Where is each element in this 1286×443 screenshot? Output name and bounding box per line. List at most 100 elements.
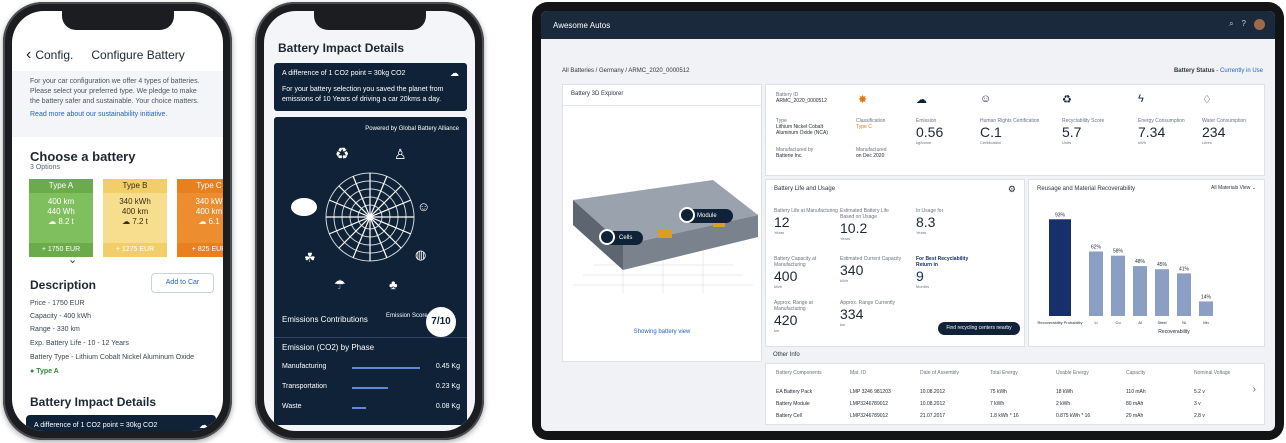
- app-name[interactable]: Awesome Autos: [553, 21, 610, 30]
- table-cell: 10.08.2012: [920, 401, 946, 407]
- hotspot-dot-icon: [679, 207, 695, 223]
- explorer-caption[interactable]: Showing battery view: [563, 329, 761, 335]
- add-to-car-button[interactable]: Add to Car: [151, 273, 214, 293]
- other-info-title: Other Info: [773, 352, 800, 358]
- battery-card[interactable]: Type C 340 kW 400 km ☁ 6.1 + 825 EUR: [177, 179, 223, 257]
- top-bar-icons: ⌕ ?: [1229, 19, 1265, 30]
- description-heading: Description: [30, 278, 97, 292]
- table-cell: LMP3246789012: [850, 413, 889, 419]
- emissions-card: Powered by Global Battery Alliance ♻ ♙ ☺…: [274, 117, 467, 425]
- kpi-tile: Energy Consumption 7.34 kWh: [1138, 118, 1185, 145]
- breadcrumb[interactable]: All Batteries / Germany / ARMC_2020_0000…: [562, 68, 689, 74]
- sustainability-link[interactable]: Read more about our sustainability initi…: [30, 110, 205, 120]
- battery-3d-model[interactable]: [563, 175, 761, 295]
- life-kpi-label: For Best Recyclability Return in: [916, 256, 969, 268]
- life-kpi-label: Estimated Battery Life Based on Usage: [840, 208, 889, 220]
- table-cell: 2 kWh: [1056, 401, 1071, 407]
- table-header: Battery Components Mat. ID Date of Assembl…: [766, 364, 1264, 378]
- search-icon[interactable]: ⌕: [1229, 19, 1233, 30]
- hotspot-dot-icon: [599, 229, 615, 245]
- chevron-right-icon[interactable]: ›: [1253, 384, 1256, 395]
- kpi-unit: kWh: [1138, 140, 1146, 145]
- cells-hotspot[interactable]: Cells: [599, 229, 643, 245]
- table-cell: 2.8 v: [1194, 413, 1205, 419]
- card-value: 400 km: [195, 207, 223, 216]
- other-info-table: Battery Components Mat. ID Date of Assembl…: [765, 363, 1265, 425]
- kpi-unit: Litres: [1202, 140, 1212, 145]
- table-row[interactable]: Battery Module LMP3246789012 10.08.2012 7 k…: [766, 398, 1264, 410]
- table-cell: 1.8 kWh * 16: [990, 413, 1019, 419]
- reuse-title: Reusage and Material Recoverability: [1037, 186, 1136, 192]
- chart-bar[interactable]: [1199, 301, 1213, 316]
- chart-bar[interactable]: [1089, 251, 1103, 316]
- card-value-row: ☁ 7.2 t: [103, 217, 167, 227]
- saved-text: For your battery selection you saved the…: [282, 86, 444, 103]
- classification-value: Type C: [856, 124, 872, 130]
- chart-bar[interactable]: [1111, 255, 1125, 316]
- life-kpi: Estimated Battery Life Based on Usage 10.…: [840, 208, 904, 241]
- table-cell: 10.08.2012: [920, 389, 946, 395]
- chart-bar[interactable]: [1049, 219, 1071, 316]
- life-kpi: Battery Capacity at Manufacturing 400 kWh: [774, 256, 838, 289]
- classification: Classification Type C: [856, 118, 885, 130]
- column-header: Usable Energy: [1056, 370, 1089, 376]
- life-kpi-unit: Years: [840, 236, 851, 241]
- status-label: Battery Status: [1173, 68, 1215, 74]
- type-value: Lithium Nickel Cobalt Aluminum Oxide (NC…: [776, 124, 828, 136]
- energy-icon: ϟ: [1138, 93, 1144, 105]
- intro-text: For your car configuration we offer 4 ty…: [30, 78, 200, 105]
- chart-bar[interactable]: [1133, 266, 1147, 316]
- card-title: Type C: [177, 179, 223, 193]
- kpi-unit: Units: [1062, 140, 1072, 145]
- battery-card[interactable]: Type A 400 km 440 Wh ☁ 8.2 t + 1750 EUR: [29, 179, 93, 257]
- kpi-value: 7.34: [1138, 124, 1166, 140]
- difference-line: A difference of 1 CO2 point = 30kg CO2: [282, 70, 406, 77]
- phase-row: Manufacturing 0.45 Kg: [282, 363, 460, 370]
- table-row[interactable]: Battery Cell LMP3246789012 21.07.2017 1.8 k…: [766, 410, 1264, 422]
- recycle-icon: ♻: [1062, 94, 1072, 106]
- battery-info-panel: Battery ID ARMC_2020_0000512 Type Lithiu…: [765, 84, 1265, 176]
- chart-bar[interactable]: [1177, 273, 1191, 316]
- avatar[interactable]: [1254, 19, 1265, 30]
- life-title: Battery Life and Usage: [774, 186, 836, 192]
- emission-score-label: Emission Score: [386, 313, 428, 319]
- category-label: Mn: [1203, 320, 1209, 325]
- selected-type-tag: ● Type A: [30, 368, 59, 375]
- help-icon[interactable]: ?: [1242, 19, 1246, 30]
- cloud-icon: ☁: [122, 217, 133, 226]
- card-value: 340 kW: [195, 197, 223, 206]
- module-label: Module: [697, 213, 717, 219]
- manufactured-value: on Dec 2020: [856, 153, 885, 159]
- battery-card[interactable]: Type B 340 kWh 400 km ☁ 7.2 t + 1275 EUR: [103, 179, 167, 257]
- phase-value: 0.23 Kg: [435, 383, 460, 390]
- bar-data-label: 93%: [1055, 212, 1066, 218]
- chevron-left-icon[interactable]: ‹: [26, 46, 31, 64]
- chart-bar[interactable]: [1155, 269, 1169, 316]
- category-label: Recoverability Probability: [1038, 320, 1083, 325]
- powered-by: Powered by Global Battery Alliance: [365, 126, 459, 132]
- life-kpi-value: 400: [774, 268, 798, 284]
- selected-type-label: Type A: [36, 368, 59, 375]
- manufactured-by-value: Batterie Inc.: [776, 153, 803, 159]
- prop-range: Range - 330 km: [30, 326, 80, 333]
- table-cell: 80 mAh: [1126, 401, 1144, 407]
- battery-status: Battery Status - Currently in Use: [1173, 68, 1263, 74]
- back-link[interactable]: Config.: [35, 48, 73, 62]
- chevron-down-icon[interactable]: ⌄: [68, 253, 77, 266]
- table-row[interactable]: EA Battery Pack LMP 3246 981203 10.08.2012…: [766, 386, 1264, 398]
- table-cell: 5.2 v: [1194, 389, 1205, 395]
- emission-score: 7/10: [426, 307, 456, 337]
- impact-strip: A difference of 1 CO2 point = 30kg CO2 ☁: [26, 415, 216, 431]
- materials-select[interactable]: All Materials View ⌄: [1211, 185, 1256, 191]
- battery-explorer-panel: Battery 3D Explorer Module Cells Showing…: [562, 84, 762, 362]
- award-icon: ✸: [858, 94, 868, 106]
- find-recycling-button[interactable]: Find recycling centers nearby: [938, 322, 1020, 335]
- life-kpi: Approx. Range Currently 334 km: [840, 300, 904, 327]
- life-kpi-value: 334: [840, 306, 864, 322]
- settings-icon[interactable]: ⚙: [1008, 184, 1016, 195]
- impact-heading: Battery Impact Details: [30, 395, 157, 409]
- prop-battery-type: Battery Type - Lithium Cobalt Nickel Alu…: [30, 354, 195, 361]
- phase-row: Waste 0.08 Kg: [282, 403, 460, 410]
- module-hotspot[interactable]: Module: [679, 207, 733, 223]
- life-kpi-unit: kWh: [840, 278, 848, 283]
